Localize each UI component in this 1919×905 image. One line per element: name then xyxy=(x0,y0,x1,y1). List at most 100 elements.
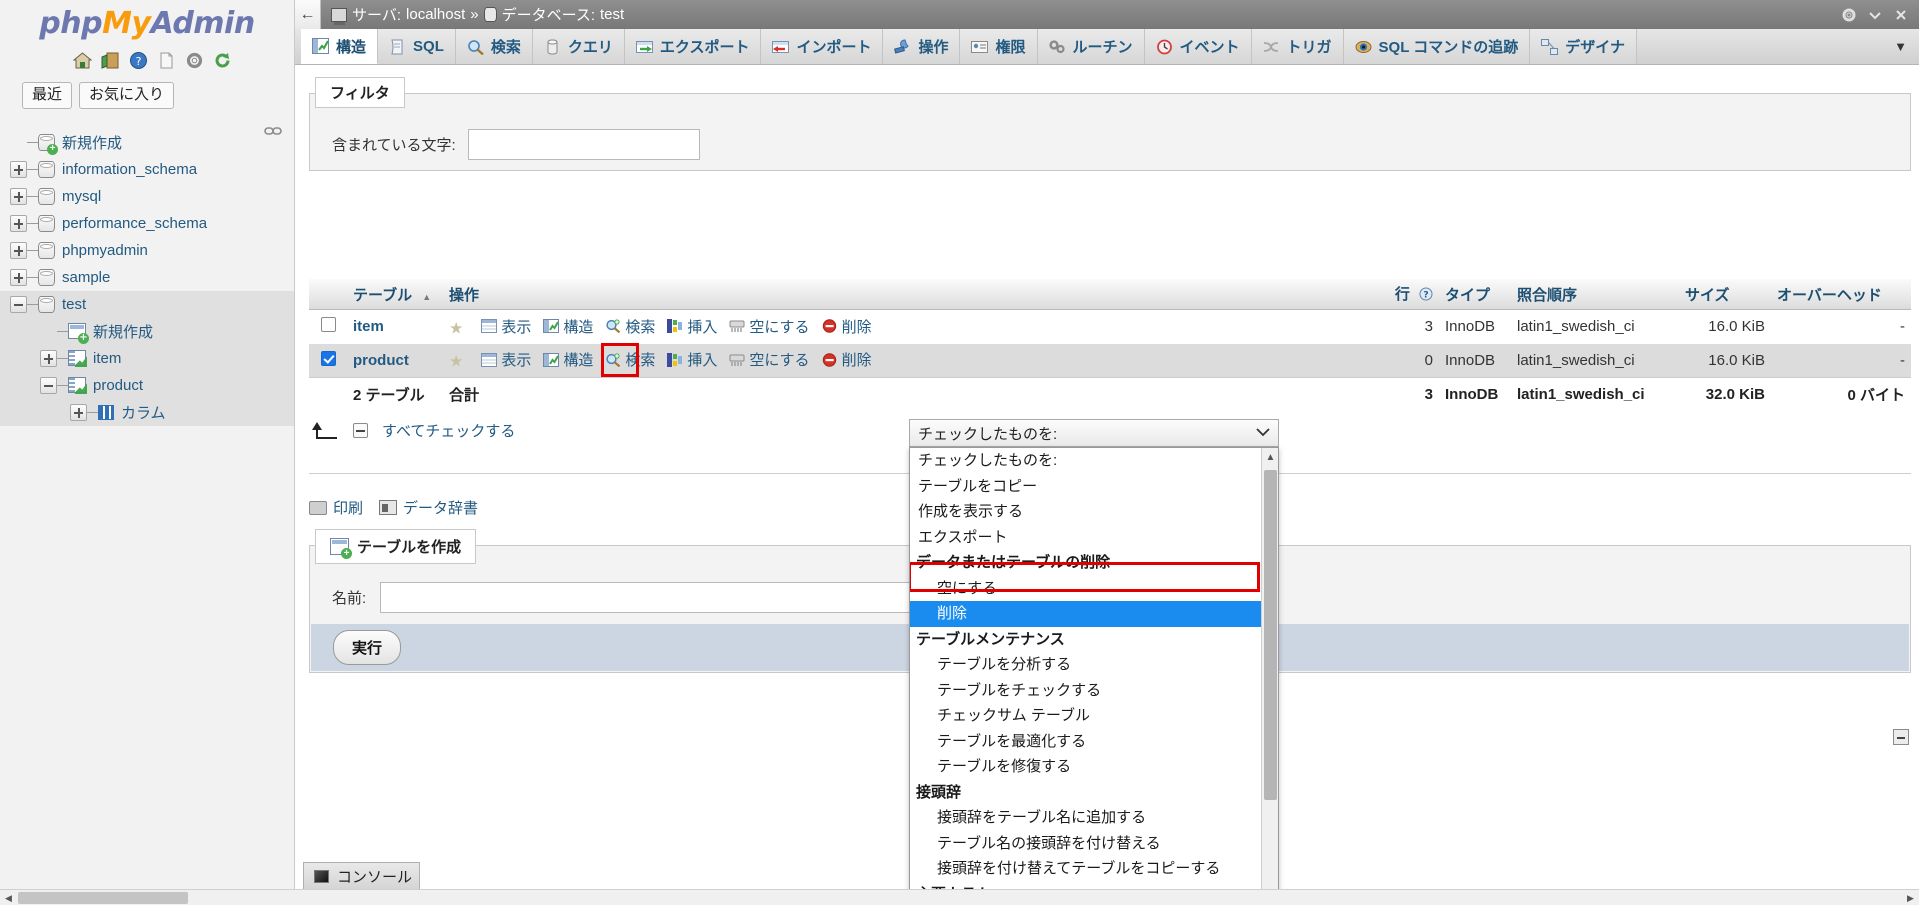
row-checkbox-cell[interactable] xyxy=(309,343,347,378)
dropdown-option[interactable]: テーブルをコピー xyxy=(910,474,1278,500)
reload-icon[interactable] xyxy=(213,51,232,70)
tree-node-column[interactable]: カラム xyxy=(0,398,294,426)
dropdown-option[interactable]: 接頭辞をテーブル名に追加する xyxy=(910,805,1278,831)
data-dictionary-link[interactable]: データ辞書 xyxy=(379,497,478,518)
favorite-star-icon[interactable]: ★ xyxy=(449,354,463,371)
table-row[interactable]: item ★ 表示 構造 検索 挿入 空にする 削除 3 InnoDB latin1_swedish… xyxy=(309,309,1911,344)
tab-designer[interactable]: デザイナ xyxy=(1530,29,1637,64)
settings-icon[interactable] xyxy=(185,51,204,70)
row-action-search[interactable]: 検索 xyxy=(605,316,655,337)
expand-icon[interactable] xyxy=(70,403,87,421)
row-action-structure[interactable]: 構造 xyxy=(543,349,593,370)
row-name-cell[interactable]: item xyxy=(347,309,443,344)
tree-node-table-new[interactable]: 新規作成 xyxy=(0,317,294,345)
with-selected-select[interactable]: チェックしたものを: xyxy=(909,419,1279,447)
tree-node-db[interactable]: information_schema xyxy=(0,156,294,183)
row-name-cell[interactable]: product xyxy=(347,343,443,378)
table-name[interactable]: item xyxy=(353,318,384,335)
console-bar[interactable]: コンソール xyxy=(303,862,420,889)
row-action-drop[interactable]: 削除 xyxy=(822,316,872,337)
tab-triggers[interactable]: トリガ xyxy=(1251,29,1344,64)
dropdown-option[interactable]: チェックサム テーブル xyxy=(910,703,1278,729)
help-icon[interactable]: ? xyxy=(129,51,148,70)
tab-overflow-caret-icon[interactable]: ▼ xyxy=(1882,29,1919,64)
row-action-empty[interactable]: 空にする xyxy=(729,316,810,337)
row-action-structure[interactable]: 構造 xyxy=(543,316,593,337)
expand-icon[interactable] xyxy=(10,214,27,232)
tree-node-db[interactable]: performance_schema xyxy=(0,210,294,237)
close-icon[interactable] xyxy=(1893,7,1909,23)
filter-input[interactable] xyxy=(467,129,700,160)
tab-search[interactable]: 検索 xyxy=(455,29,533,64)
tab-sql[interactable]: SQL xyxy=(378,29,456,64)
row-checkbox[interactable] xyxy=(320,317,336,333)
dropdown-option[interactable]: 削除 xyxy=(910,601,1278,627)
expand-icon[interactable] xyxy=(10,187,27,205)
go-button[interactable]: 実行 xyxy=(333,630,402,665)
tree-node-db[interactable]: mysql xyxy=(0,183,294,210)
rows-help-icon[interactable]: ? xyxy=(1419,287,1433,305)
with-selected-option-list[interactable]: チェックしたものを: テーブルをコピー 作成を表示する エクスポート データまたはテーブ… xyxy=(909,447,1279,889)
select-all-label[interactable]: すべてチェックする xyxy=(382,420,515,441)
tree-node-db[interactable]: test xyxy=(0,290,294,318)
breadcrumb-db-value[interactable]: test xyxy=(600,6,624,23)
scroll-up-arrow-icon[interactable]: ▲ xyxy=(1262,448,1278,466)
tab-export[interactable]: エクスポート xyxy=(624,29,762,64)
tab-operations[interactable]: 操作 xyxy=(883,29,961,64)
expand-icon[interactable] xyxy=(10,241,27,259)
tab-privileges[interactable]: 権限 xyxy=(960,29,1038,64)
dropdown-option[interactable]: テーブル名の接頭辞を付け替える xyxy=(910,831,1278,857)
minimize-icon[interactable] xyxy=(1867,7,1883,23)
dropdown-option[interactable]: 空にする xyxy=(910,576,1278,602)
sort-arrow-icon[interactable]: ▲ xyxy=(422,292,431,302)
table-row[interactable]: product ★ 表示 構造 検索 挿入 空にする 削除 0 InnoDB latin1_swed… xyxy=(309,343,1911,378)
row-action-insert[interactable]: 挿入 xyxy=(667,349,717,370)
dropdown-option[interactable]: 作成を表示する xyxy=(910,499,1278,525)
dropdown-option[interactable]: チェックしたものを: xyxy=(910,448,1278,474)
expand-icon[interactable] xyxy=(10,160,27,178)
favorites-button[interactable]: お気に入り xyxy=(79,82,175,109)
tree-node-db[interactable]: phpmyadmin xyxy=(0,237,294,264)
tab-tracking[interactable]: SQL コマンドの追跡 xyxy=(1343,29,1531,64)
tree-node-db[interactable]: sample xyxy=(0,264,294,291)
dropdown-option[interactable]: テーブルを分析する xyxy=(910,652,1278,678)
tab-routines[interactable]: ルーチン xyxy=(1037,29,1145,64)
row-action-insert[interactable]: 挿入 xyxy=(667,316,717,337)
row-checkbox-cell[interactable] xyxy=(309,309,347,344)
table-name[interactable]: product xyxy=(353,352,409,369)
collapse-icon[interactable] xyxy=(10,295,27,313)
settings-icon[interactable] xyxy=(1841,7,1857,23)
scroll-right-arrow-icon[interactable]: ▶ xyxy=(1902,890,1919,905)
row-checkbox[interactable] xyxy=(320,350,336,366)
horizontal-scroll-thumb[interactable] xyxy=(18,892,188,904)
dropdown-option[interactable]: テーブルをチェックする xyxy=(910,678,1278,704)
row-action-browse[interactable]: 表示 xyxy=(481,316,531,337)
horizontal-scrollbar[interactable]: ◀ ▶ xyxy=(0,889,1919,905)
home-icon[interactable] xyxy=(72,51,92,70)
dropdown-option[interactable]: テーブルを修復する xyxy=(910,754,1278,780)
row-action-browse[interactable]: 表示 xyxy=(481,349,531,370)
docs-icon[interactable] xyxy=(157,51,176,70)
expand-icon[interactable] xyxy=(10,268,27,286)
logout-icon[interactable] xyxy=(101,51,120,70)
collapse-icon[interactable] xyxy=(40,376,57,394)
row-action-search[interactable]: 検索 xyxy=(605,349,655,370)
tab-events[interactable]: イベント xyxy=(1144,29,1252,64)
favorite-star-icon[interactable]: ★ xyxy=(449,320,463,337)
uncheck-all-icon[interactable] xyxy=(353,423,368,438)
tab-import[interactable]: インポート xyxy=(761,29,884,64)
recent-button[interactable]: 最近 xyxy=(22,82,73,109)
collapse-panel-button[interactable] xyxy=(1893,729,1909,745)
scrollbar-thumb[interactable] xyxy=(1264,470,1277,800)
tree-node-db-new[interactable]: 新規作成 xyxy=(0,129,294,156)
tab-query[interactable]: クエリ xyxy=(532,29,625,64)
row-action-empty[interactable]: 空にする xyxy=(729,349,810,370)
expand-icon[interactable] xyxy=(40,349,57,367)
scroll-left-arrow-icon[interactable]: ◀ xyxy=(0,890,17,905)
dropdown-scrollbar[interactable]: ▲ ▼ xyxy=(1261,448,1278,889)
tree-node-table[interactable]: item xyxy=(0,344,294,372)
back-button[interactable]: ← xyxy=(295,0,321,29)
dropdown-option[interactable]: テーブルを最適化する xyxy=(910,729,1278,755)
tab-structure[interactable]: 構造 xyxy=(301,29,379,64)
dropdown-option[interactable]: 接頭辞を付け替えてテーブルをコピーする xyxy=(910,856,1278,882)
